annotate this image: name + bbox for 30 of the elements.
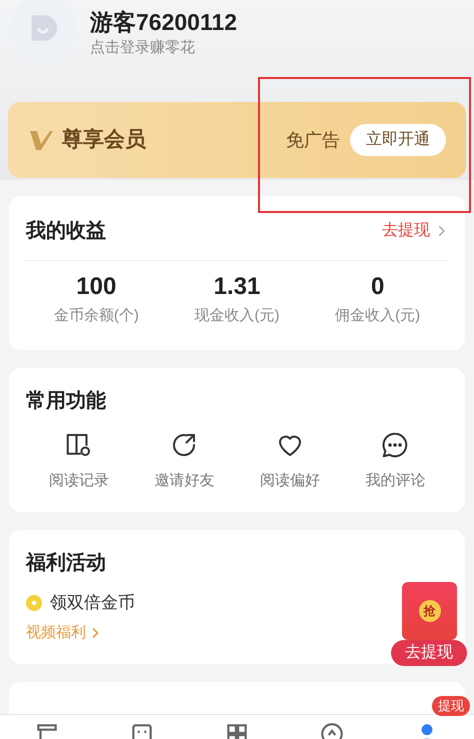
compass-icon[interactable] xyxy=(318,721,345,739)
user-name: 游客76200112 xyxy=(90,11,238,34)
section-title: 常用功能 xyxy=(26,390,106,412)
v-logo-icon xyxy=(28,128,54,152)
function-item[interactable]: 邀请好友 xyxy=(132,430,237,492)
stat-value: 0 xyxy=(370,275,384,299)
withdraw-link[interactable]: 去提现 xyxy=(382,219,448,243)
activate-button[interactable]: 立即开通 xyxy=(350,124,446,156)
function-item[interactable]: 阅读偏好 xyxy=(237,430,342,492)
vip-perk: 免广告 xyxy=(286,128,340,152)
withdraw-float-button[interactable]: 去提现 xyxy=(391,640,467,666)
function-item[interactable]: 我的评论 xyxy=(342,430,448,492)
function-item[interactable]: 阅读记录 xyxy=(26,430,132,492)
envelope[interactable]: 抢 xyxy=(402,582,457,640)
vip-banner[interactable]: 尊享会员 免广告 立即开通 xyxy=(8,102,466,178)
grab-icon-text: 抢 xyxy=(418,600,440,622)
tab-badge: 提现 xyxy=(432,696,470,716)
login-hint[interactable]: 点击登录赚零花 xyxy=(90,40,238,55)
section-title: 我的收益 xyxy=(26,219,106,244)
video-welfare-link[interactable]: 视频福利 xyxy=(26,622,101,644)
chat-bubble-icon xyxy=(380,430,410,460)
coin-icon xyxy=(26,594,42,611)
vip-title: 尊享会员 xyxy=(62,126,146,154)
stat-label: 金币余额(个) xyxy=(54,306,139,326)
stat-value: 1.31 xyxy=(214,275,260,299)
stat-label: 佣金收入(元) xyxy=(335,306,420,326)
task-label: 领双倍金币 xyxy=(50,592,135,614)
stat-value: 100 xyxy=(76,275,116,299)
stat-label: 现金收入(元) xyxy=(194,306,280,326)
section-title: 福利活动 xyxy=(26,551,107,576)
